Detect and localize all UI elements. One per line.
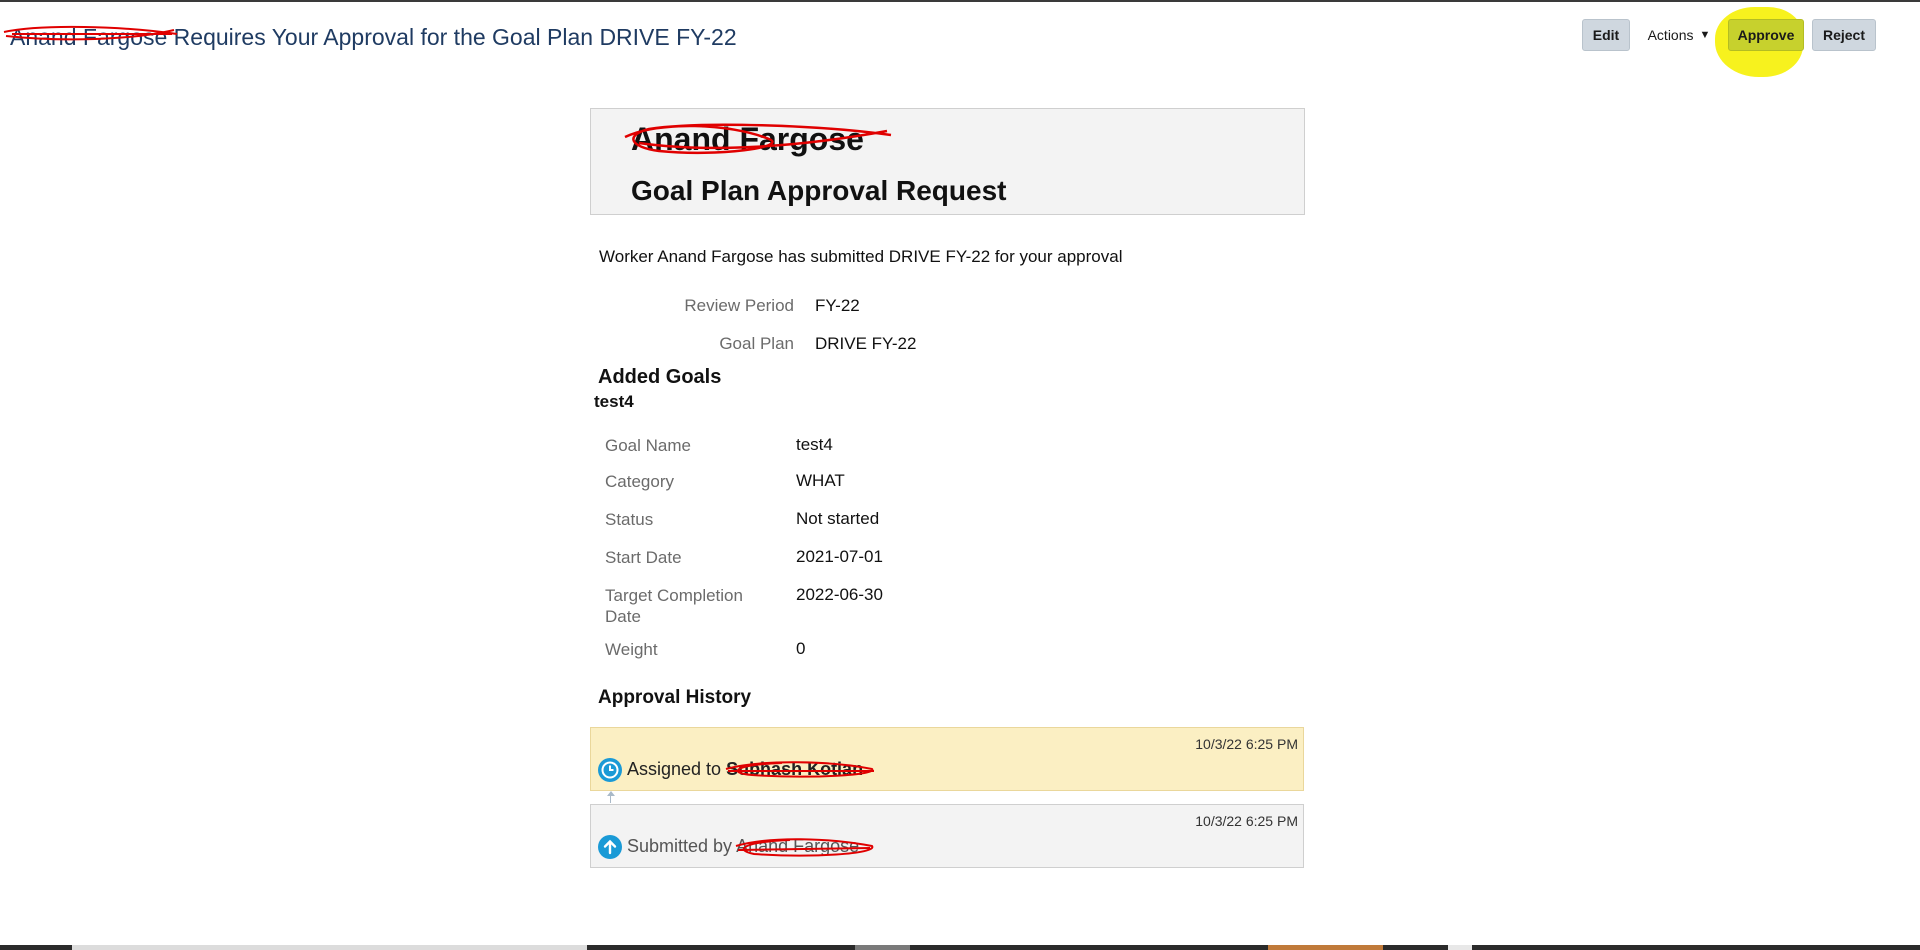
reject-button[interactable]: Reject [1812, 19, 1876, 51]
status-value: Not started [796, 509, 880, 528]
intro-text: Worker Anand Fargose has submitted DRIVE… [599, 247, 1123, 266]
goal-plan-label: Goal Plan [719, 334, 794, 353]
actions-label: Actions [1647, 27, 1694, 43]
category-value: WHAT [796, 471, 845, 490]
header-subtitle: Goal Plan Approval Request [631, 175, 1007, 206]
weight-value: 0 [796, 639, 806, 658]
connector-arrow-icon [607, 791, 615, 796]
submitted-person: Anand Fargose [735, 836, 874, 857]
history-text: Submitted by Anand Fargose [627, 836, 874, 857]
goal-name-label: Goal Name [605, 436, 691, 455]
taskbar-strip [0, 945, 1920, 950]
window-top-border [0, 0, 1920, 2]
request-header: Anand Fargose Goal Plan Approval Request [590, 108, 1305, 215]
target-completion-date-value: 2022-06-30 [796, 585, 883, 604]
added-goals-heading: Added Goals [598, 366, 722, 388]
history-timestamp: 10/3/22 6:25 PM [1195, 736, 1298, 752]
goal-plan-value: DRIVE FY-22 [815, 334, 917, 353]
caret-down-icon: ▼ [1699, 29, 1711, 41]
approve-button[interactable]: Approve [1728, 19, 1804, 51]
actions-menu-button[interactable]: Actions ▼ [1642, 19, 1716, 51]
start-date-label: Start Date [605, 548, 682, 567]
history-item-assigned: 10/3/22 6:25 PM Assigned to Subhash Koti… [590, 727, 1304, 791]
goal-title: test4 [594, 392, 634, 411]
goal-name-value: test4 [796, 435, 833, 454]
target-completion-date-label: Target Completion Date [605, 586, 743, 626]
page-title: Anand Fargose Requires Your Approval for… [3, 24, 737, 51]
category-label: Category [605, 472, 674, 491]
header-worker-name: Anand Fargose [624, 121, 892, 158]
title-rest: Requires Your Approval for the Goal Plan… [173, 24, 737, 50]
assigned-person: Subhash Kotian [725, 759, 875, 779]
title-worker-name: Anand Fargose [3, 24, 178, 50]
clock-icon [598, 758, 622, 782]
arrow-up-icon [598, 835, 622, 859]
history-item-submitted: 10/3/22 6:25 PM Submitted by Anand Fargo… [590, 804, 1304, 868]
history-timestamp: 10/3/22 6:25 PM [1195, 813, 1298, 829]
approval-history-heading: Approval History [598, 687, 752, 708]
review-period-label: Review Period [684, 296, 794, 315]
edit-button[interactable]: Edit [1582, 19, 1630, 51]
status-label: Status [605, 510, 654, 529]
review-period-value: FY-22 [815, 296, 860, 315]
toolbar: Edit Actions ▼ Approve Reject [1582, 7, 1882, 77]
start-date-value: 2021-07-01 [796, 547, 883, 566]
history-text: Assigned to Subhash Kotian [627, 759, 875, 780]
weight-label: Weight [605, 640, 658, 659]
